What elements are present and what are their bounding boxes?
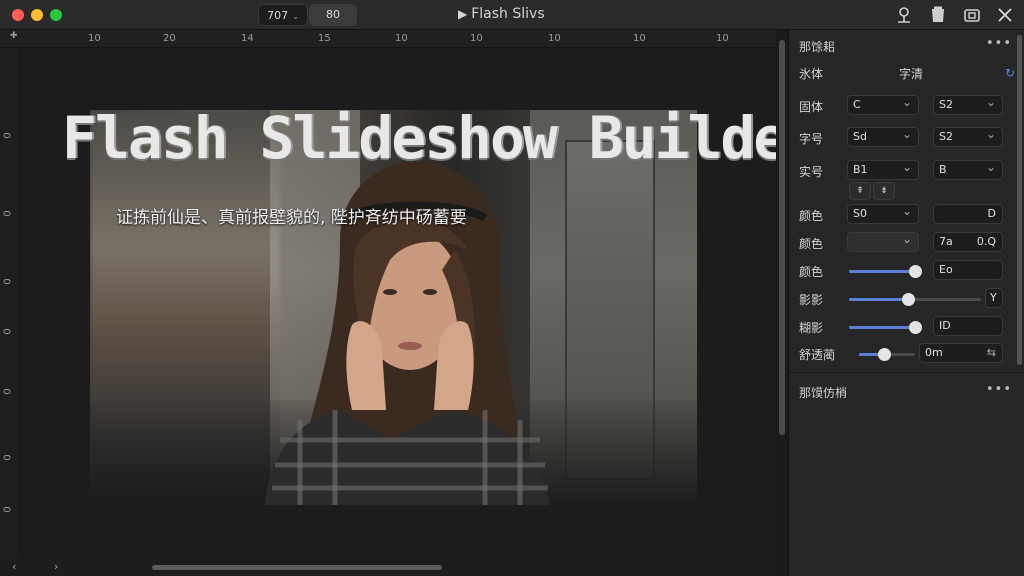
scroll-left-icon[interactable]: ‹ bbox=[12, 560, 16, 573]
vertical-ruler: 0 0 0 0 0 0 0 bbox=[0, 48, 18, 558]
close-window-button[interactable] bbox=[12, 9, 24, 21]
row-label: 影影 bbox=[799, 293, 824, 307]
scroll-right-icon[interactable]: › bbox=[54, 560, 58, 573]
line-height-select[interactable]: S2 bbox=[933, 125, 1003, 147]
row-label: 实号 bbox=[799, 165, 824, 179]
ruler-tick: 14 bbox=[241, 33, 254, 44]
inspector-section-title: 那馀耜 bbox=[799, 40, 836, 54]
ruler-tick: 0 bbox=[0, 328, 12, 335]
inspector-scroll-thumb[interactable] bbox=[1017, 35, 1022, 365]
inspector-panel: 那馀耜 ••• 氷体 字清 ↻ 固体 C S2 字号 Sd S2 实号 B1 B… bbox=[788, 30, 1024, 576]
vertical-scrollbar[interactable] bbox=[776, 30, 788, 576]
row-label: 舒透蔺 bbox=[799, 348, 836, 362]
ruler-tick: 10 bbox=[88, 33, 101, 44]
stepper-icon[interactable]: ⇆ bbox=[987, 344, 996, 362]
blur-value-field[interactable]: ID bbox=[933, 316, 1003, 336]
person-icon[interactable] bbox=[894, 5, 914, 25]
window-title: ▶ Flash Slivs bbox=[458, 6, 545, 24]
ruler-tick: 0 bbox=[0, 278, 12, 285]
slider-knob[interactable] bbox=[909, 321, 923, 334]
row-label: 颜色 bbox=[799, 237, 824, 251]
color-alpha-value: 0.Q bbox=[976, 235, 996, 248]
section-divider bbox=[789, 372, 1024, 373]
style-select[interactable]: B bbox=[933, 158, 1003, 180]
slider-knob[interactable] bbox=[902, 293, 916, 306]
slider-fill bbox=[849, 326, 916, 329]
close-icon[interactable] bbox=[995, 5, 1015, 25]
zoom-window-button[interactable] bbox=[50, 9, 62, 21]
play-icon[interactable]: ▶ bbox=[458, 7, 467, 21]
align-top-button[interactable]: ⇞ bbox=[849, 182, 871, 200]
slider-knob[interactable] bbox=[878, 348, 892, 361]
inspector-section-title: 那馍仿梢 bbox=[799, 386, 848, 400]
row-label: 固体 bbox=[799, 100, 824, 114]
zoom-segment-left-label: 707 bbox=[267, 9, 289, 22]
ruler-tick: 10 bbox=[395, 33, 408, 44]
slider-fill bbox=[849, 298, 909, 301]
more-options-icon[interactable]: ••• bbox=[986, 382, 1012, 397]
row-label: 糊影 bbox=[799, 321, 824, 335]
color-value-field[interactable]: D bbox=[933, 204, 1003, 224]
window-icon[interactable] bbox=[962, 5, 982, 25]
ruler-tick: 15 bbox=[318, 33, 331, 44]
more-options-icon[interactable]: ••• bbox=[986, 36, 1012, 51]
color-opacity-field[interactable]: 7a 0.Q bbox=[933, 232, 1003, 252]
ruler-tick: 10 bbox=[548, 33, 561, 44]
font-style-select[interactable]: S2 bbox=[933, 93, 1003, 115]
window-title-text: Flash Slivs bbox=[471, 6, 545, 22]
app-window: 707 ⌄ 80 ▶ Flash Slivs ✚ 10 20 14 15 10 … bbox=[0, 0, 1024, 576]
tab-left[interactable]: 氷体 bbox=[799, 65, 823, 82]
canvas-area: ✚ 10 20 14 15 10 10 10 10 10 0 0 0 0 0 0… bbox=[0, 30, 821, 576]
color-slider[interactable] bbox=[849, 265, 923, 278]
minimize-window-button[interactable] bbox=[31, 9, 43, 21]
ruler-tick: 10 bbox=[716, 33, 729, 44]
font-family-select[interactable]: C bbox=[847, 93, 919, 115]
horizontal-ruler: ✚ 10 20 14 15 10 10 10 10 10 bbox=[0, 30, 776, 48]
tab-right[interactable]: 字清 bbox=[899, 65, 923, 82]
row-label: 颜色 bbox=[799, 209, 824, 223]
opacity-slider[interactable] bbox=[859, 348, 915, 361]
ruler-tick: 0 bbox=[0, 454, 12, 461]
opacity-value-text: 0m bbox=[925, 346, 943, 359]
zoom-segment-left[interactable]: 707 ⌄ bbox=[258, 4, 308, 26]
slider-value-field[interactable]: Eo bbox=[933, 260, 1003, 280]
slide-title[interactable]: Flash Slideshow Builder bbox=[62, 104, 821, 172]
shadow-slider[interactable] bbox=[849, 293, 981, 306]
weight-select[interactable]: B1 bbox=[847, 158, 919, 180]
ruler-tick: 10 bbox=[633, 33, 646, 44]
refresh-icon[interactable]: ↻ bbox=[1005, 66, 1015, 80]
slider-knob[interactable] bbox=[909, 265, 923, 278]
row-label: 字号 bbox=[799, 132, 824, 146]
ruler-origin-icon: ✚ bbox=[10, 31, 18, 41]
color-select[interactable]: S0 bbox=[847, 202, 919, 224]
color-swatch-select[interactable] bbox=[847, 230, 919, 252]
shadow-value-field[interactable]: Y bbox=[985, 288, 1003, 308]
ruler-tick: 0 bbox=[0, 132, 12, 139]
zoom-segment-right[interactable]: 80 bbox=[309, 4, 357, 26]
ruler-tick: 10 bbox=[470, 33, 483, 44]
horizontal-scrollbar[interactable]: ‹ › bbox=[0, 558, 776, 576]
slide-stage[interactable]: Flash Slideshow Builder 证拣前仙是、真前报壁貌的, 陛护… bbox=[18, 48, 821, 558]
slider-fill bbox=[849, 270, 916, 273]
color-hex-value: 7a bbox=[939, 235, 953, 248]
opacity-value-field[interactable]: 0m ⇆ bbox=[919, 343, 1003, 363]
vertical-scroll-thumb[interactable] bbox=[779, 40, 785, 435]
row-label: 颜色 bbox=[799, 265, 824, 279]
chevron-down-icon: ⌄ bbox=[292, 12, 299, 21]
align-bottom-button[interactable]: ⇟ bbox=[873, 182, 895, 200]
ruler-tick: 0 bbox=[0, 506, 12, 513]
horizontal-scroll-thumb[interactable] bbox=[152, 565, 442, 570]
bucket-icon[interactable] bbox=[928, 5, 948, 25]
ruler-tick: 0 bbox=[0, 388, 12, 395]
title-bar: 707 ⌄ 80 ▶ Flash Slivs bbox=[0, 0, 1024, 30]
ruler-tick: 0 bbox=[0, 210, 12, 217]
ruler-tick: 20 bbox=[163, 33, 176, 44]
slide-subtitle[interactable]: 证拣前仙是、真前报壁貌的, 陛护斉纺中砀蓄要 bbox=[116, 203, 467, 228]
font-size-select[interactable]: Sd bbox=[847, 125, 919, 147]
blur-slider[interactable] bbox=[849, 321, 923, 334]
